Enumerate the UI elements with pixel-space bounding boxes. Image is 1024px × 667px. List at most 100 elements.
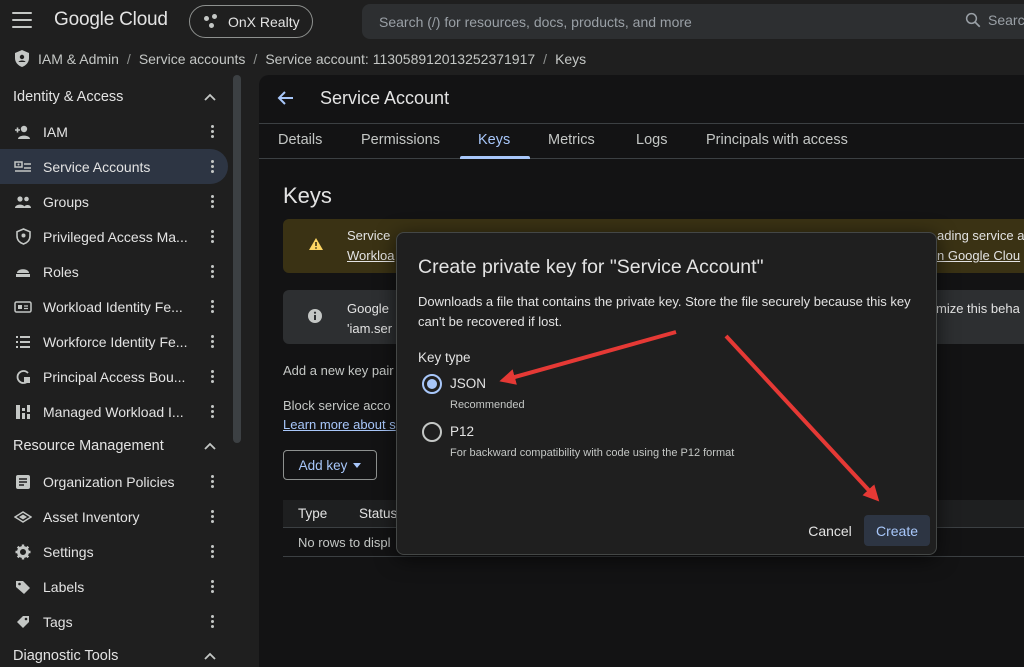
more-options-icon[interactable]: [204, 159, 220, 175]
sidebar-item-privileged-access[interactable]: Privileged Access Ma...: [0, 219, 228, 254]
more-options-icon[interactable]: [204, 614, 220, 630]
more-options-icon[interactable]: [204, 124, 220, 140]
list-icon: [14, 333, 32, 351]
breadcrumb-keys: Keys: [555, 51, 587, 67]
sidebar: Identity & Access IAM Service Accounts G…: [0, 78, 240, 667]
project-name: OnX Realty: [228, 13, 300, 30]
sidebar-scrollbar[interactable]: [233, 75, 241, 443]
more-options-icon[interactable]: [204, 334, 220, 350]
more-options-icon[interactable]: [204, 404, 220, 420]
tab-keys[interactable]: Keys: [478, 132, 510, 148]
roles-icon: [14, 263, 32, 281]
learn-more-link[interactable]: Learn more about s: [283, 417, 396, 432]
label-icon: [14, 578, 32, 596]
dropdown-caret-icon: [353, 462, 362, 468]
page-title: Service Account: [320, 88, 450, 108]
add-key-description: Add a new key pair: [283, 363, 394, 378]
hamburger-menu-icon[interactable]: [12, 12, 32, 28]
sidebar-item-managed-workload[interactable]: Managed Workload I...: [0, 394, 228, 429]
sidebar-item-organization-policies[interactable]: Organization Policies: [0, 464, 228, 499]
warning-text-start: Service: [347, 228, 391, 243]
breadcrumb-service-account[interactable]: Service account: 113058912013252371917: [265, 51, 535, 67]
breadcrumb: IAM & Admin / Service accounts / Service…: [38, 51, 587, 67]
back-arrow-icon[interactable]: [277, 89, 295, 107]
google-cloud-logo[interactable]: Google Cloud: [54, 9, 168, 31]
info-icon: [308, 309, 322, 323]
info-text-line2: 'iam.ser: [347, 321, 393, 336]
search-button-label: Searc: [988, 12, 1024, 28]
more-options-icon[interactable]: [204, 264, 220, 280]
tab-bar: Details Permissions Keys Metrics Logs Pr…: [259, 123, 1024, 159]
tab-logs[interactable]: Logs: [636, 132, 667, 148]
sidebar-section-diagnostic-tools[interactable]: Diagnostic Tools: [0, 638, 228, 667]
more-options-icon[interactable]: [204, 474, 220, 490]
search-button[interactable]: Searc: [964, 11, 1024, 29]
radio-p12-sublabel: For backward compatibility with code usi…: [450, 447, 735, 459]
more-options-icon[interactable]: [204, 509, 220, 525]
more-options-icon[interactable]: [204, 579, 220, 595]
dialog-title: Create private key for "Service Account": [418, 256, 764, 278]
sidebar-item-workload-identity[interactable]: Workload Identity Fe...: [0, 289, 228, 324]
column-header-type[interactable]: Type: [298, 506, 327, 521]
block-service-text: Block service acco: [283, 398, 391, 413]
shield-icon: [14, 228, 32, 246]
project-icon: [204, 13, 220, 30]
sidebar-section-identity-access[interactable]: Identity & Access: [0, 79, 228, 115]
key-type-label: Key type: [418, 350, 471, 365]
active-tab-indicator: [460, 156, 530, 159]
tag-icon: [14, 613, 32, 631]
tab-permissions[interactable]: Permissions: [361, 132, 440, 148]
radio-json-label[interactable]: JSON: [450, 376, 486, 391]
search-input[interactable]: Search (/) for resources, docs, products…: [362, 4, 1024, 39]
chevron-up-icon: [204, 93, 216, 101]
tab-metrics[interactable]: Metrics: [548, 132, 595, 148]
column-header-status[interactable]: Status: [359, 506, 397, 521]
warning-link-start[interactable]: Workloa: [347, 248, 394, 263]
cancel-button[interactable]: Cancel: [801, 516, 859, 546]
service-account-icon: [14, 158, 32, 176]
policy-icon: [14, 473, 32, 491]
search-icon: [965, 12, 981, 28]
sidebar-item-tags[interactable]: Tags: [0, 604, 228, 639]
groups-icon: [14, 193, 32, 211]
boundary-icon: [14, 368, 32, 386]
more-options-icon[interactable]: [204, 369, 220, 385]
sidebar-item-roles[interactable]: Roles: [0, 254, 228, 289]
breadcrumb-service-accounts[interactable]: Service accounts: [139, 51, 246, 67]
search-placeholder: Search (/) for resources, docs, products…: [379, 13, 692, 30]
asset-icon: [14, 508, 32, 526]
person-add-icon: [14, 123, 32, 141]
radio-json[interactable]: [422, 374, 442, 394]
breadcrumb-iam-admin[interactable]: IAM & Admin: [38, 51, 119, 67]
sidebar-item-iam[interactable]: IAM: [0, 114, 228, 149]
sidebar-item-workforce-identity[interactable]: Workforce Identity Fe...: [0, 324, 228, 359]
top-bar: Google Cloud OnX Realty Search (/) for r…: [0, 0, 1024, 42]
sidebar-section-resource-management[interactable]: Resource Management: [0, 428, 228, 464]
more-options-icon[interactable]: [204, 299, 220, 315]
chevron-up-icon: [204, 442, 216, 450]
add-key-button[interactable]: Add key: [283, 450, 377, 480]
tab-details[interactable]: Details: [278, 132, 322, 148]
radio-p12[interactable]: [422, 422, 442, 442]
sidebar-item-groups[interactable]: Groups: [0, 184, 228, 219]
gear-icon: [14, 543, 32, 561]
warning-text-end: ading service a: [937, 228, 1024, 243]
project-picker-button[interactable]: OnX Realty: [189, 5, 313, 38]
info-text-start: Google: [347, 301, 389, 316]
info-text-end: mize this beha: [936, 301, 1020, 316]
sidebar-item-asset-inventory[interactable]: Asset Inventory: [0, 499, 228, 534]
sidebar-item-principal-access[interactable]: Principal Access Bou...: [0, 359, 228, 394]
chevron-up-icon: [204, 652, 216, 660]
more-options-icon[interactable]: [204, 194, 220, 210]
section-heading: Keys: [283, 183, 332, 208]
create-button[interactable]: Create: [864, 515, 930, 546]
radio-p12-label[interactable]: P12: [450, 424, 474, 439]
more-options-icon[interactable]: [204, 229, 220, 245]
iam-shield-icon: [15, 50, 29, 67]
sidebar-item-service-accounts[interactable]: Service Accounts: [0, 149, 228, 184]
sidebar-item-settings[interactable]: Settings: [0, 534, 228, 569]
more-options-icon[interactable]: [204, 544, 220, 560]
warning-link-end[interactable]: n Google Clou: [937, 248, 1020, 263]
tab-principals-with-access[interactable]: Principals with access: [706, 132, 848, 148]
sidebar-item-labels[interactable]: Labels: [0, 569, 228, 604]
